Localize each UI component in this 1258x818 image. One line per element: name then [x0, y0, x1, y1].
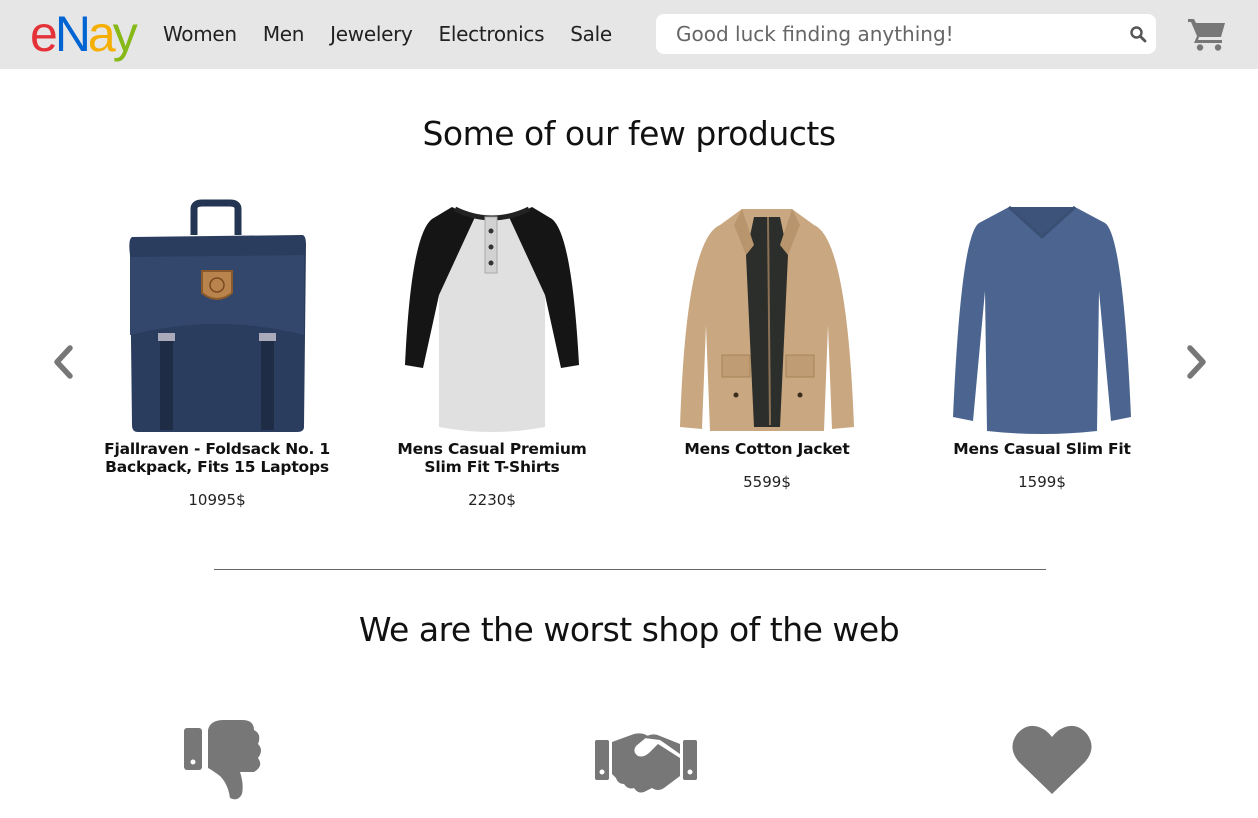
- chevron-right-icon[interactable]: [1184, 345, 1210, 379]
- product-image-backpack[interactable]: [92, 195, 342, 435]
- search-input[interactable]: [676, 14, 1116, 54]
- product-card[interactable]: Mens Casual Slim Fit 1599$: [917, 195, 1167, 491]
- nav-link-sale[interactable]: Sale: [570, 20, 612, 48]
- heart-icon: [1012, 725, 1092, 794]
- logo-letter-n: N: [54, 6, 91, 62]
- product-name[interactable]: Mens Casual Slim Fit: [917, 440, 1167, 458]
- product-name[interactable]: Fjallraven - Foldsack No. 1 Backpack, Fi…: [92, 440, 342, 476]
- thumbs-down-icon: [184, 720, 261, 800]
- products-section-title: Some of our few products: [422, 114, 836, 153]
- product-price: 1599$: [1018, 473, 1066, 491]
- search-icon[interactable]: [1129, 25, 1147, 43]
- top-navbar: eNay Women Men Jewelery Electronics Sale: [0, 0, 1258, 69]
- product-name[interactable]: Mens Casual Premium Slim Fit T-Shirts: [367, 440, 617, 476]
- product-image-jacket[interactable]: [642, 195, 892, 435]
- chevron-left-icon[interactable]: [50, 345, 76, 379]
- shopping-cart-icon[interactable]: [1187, 16, 1227, 52]
- section-divider: [214, 569, 1046, 570]
- nav-link-jewelery[interactable]: Jewelery: [330, 20, 413, 48]
- nav-link-electronics[interactable]: Electronics: [439, 20, 545, 48]
- product-card[interactable]: Mens Cotton Jacket 5599$: [642, 195, 892, 491]
- search-bar: [656, 14, 1156, 54]
- product-price: 10995$: [188, 491, 246, 509]
- product-price: 2230$: [468, 491, 516, 509]
- logo-letter-e: e: [30, 6, 58, 62]
- main-nav: Women Men Jewelery Electronics Sale: [163, 20, 638, 48]
- logo-letter-a: a: [87, 6, 116, 62]
- features-section-title: We are the worst shop of the web: [358, 610, 900, 649]
- product-card[interactable]: Fjallraven - Foldsack No. 1 Backpack, Fi…: [92, 195, 342, 509]
- product-card[interactable]: Mens Casual Premium Slim Fit T-Shirts 22…: [367, 195, 617, 509]
- handshake-icon: [595, 733, 697, 793]
- logo-letter-y: y: [112, 6, 138, 62]
- product-price: 5599$: [743, 473, 791, 491]
- product-image-long-sleeve[interactable]: [917, 195, 1167, 435]
- nav-link-men[interactable]: Men: [263, 20, 305, 48]
- product-image-tshirt[interactable]: [367, 195, 617, 435]
- nav-link-women[interactable]: Women: [163, 20, 237, 48]
- product-name[interactable]: Mens Cotton Jacket: [642, 440, 892, 458]
- site-logo[interactable]: eNay: [30, 4, 138, 64]
